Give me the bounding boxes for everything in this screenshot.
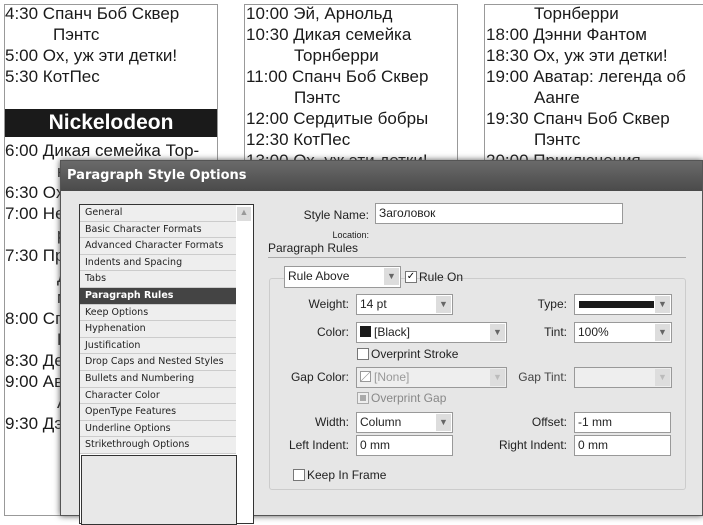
gap-color-label: Gap Color: [290,370,349,384]
schedule-line: 18:30 Ох, уж эти детки! [486,46,668,65]
divider [268,257,686,258]
weight-label: Weight: [308,297,349,311]
rule-select[interactable]: Rule Above ▼ [284,266,401,288]
schedule-line: 19:00 Аватар: легенда об [486,67,686,86]
schedule-line: Пэнтс [294,88,341,107]
category-item[interactable]: General [80,205,236,222]
left-indent-input[interactable]: 0 mm [356,435,453,456]
overprint-stroke-label: Overprint Stroke [371,347,459,361]
style-name-label: Style Name: [303,208,369,222]
rule-on-checkbox[interactable]: ✓ [405,271,417,283]
preview-area [81,455,237,525]
section-title: Paragraph Rules [268,241,359,255]
overprint-stroke-checkbox[interactable] [357,348,369,360]
chevron-down-icon: ▼ [436,296,451,313]
schedule-line: 10:00 Эй, Арнольд [246,4,393,23]
category-item[interactable]: Strikethrough Options [80,437,236,454]
schedule-column-2: 10:00 Эй, Арнольд 10:30 Дикая семейка То… [246,3,428,171]
schedule-line: Аанге [534,88,580,107]
category-item[interactable]: Drop Caps and Nested Styles [80,354,236,371]
width-select[interactable]: Column ▼ [356,412,453,433]
category-item[interactable]: Advanced Character Formats [80,238,236,255]
weight-select[interactable]: 14 pt ▼ [356,294,453,315]
chevron-down-icon: ▼ [490,369,505,386]
indeterminate-mark [360,395,366,401]
schedule-line: 18:00 Дэнни Фантом [486,25,647,44]
paragraph-style-options-dialog: Paragraph Style Options General Basic Cha… [60,160,703,525]
type-select[interactable]: ▼ [574,294,672,315]
scroll-up-icon[interactable]: ▲ [237,207,251,221]
offset-input[interactable]: -1 mm [574,412,671,433]
schedule-line: 19:30 Спанч Боб Сквер [486,109,670,128]
schedule-line: 12:00 Сердитые бобры [246,109,429,128]
category-item[interactable]: Hyphenation [80,321,236,338]
offset-label: Offset: [531,415,567,429]
category-item[interactable]: Tabs [80,271,236,288]
none-swatch-icon [360,371,371,382]
width-value: Column [360,415,402,429]
category-item[interactable]: Keep Options [80,304,236,322]
chevron-down-icon: ▼ [655,324,670,341]
keep-in-frame-checkbox[interactable] [293,469,305,481]
schedule-line: 11:00 Спанч Боб Сквер [246,67,429,86]
solid-line-swatch [579,301,654,308]
category-item[interactable]: Indents and Spacing [80,254,236,272]
category-item[interactable]: OpenType Features [80,404,236,421]
tint-select[interactable]: 100% ▼ [574,322,672,343]
category-item[interactable]: Justification [80,337,236,355]
schedule-line: Пэнтс [534,130,581,149]
chevron-down-icon: ▼ [436,414,451,431]
schedule-line: Торнберри [294,46,379,65]
category-item[interactable]: Character Color [80,387,236,405]
schedule-line: 12:30 КотПес [246,130,351,149]
left-indent-label: Left Indent: [288,438,349,452]
schedule-line: 10:30 Дикая семейка [246,25,412,44]
chevron-down-icon: ▼ [384,268,399,285]
chevron-down-icon: ▼ [655,369,670,386]
dialog-title-bar[interactable]: Paragraph Style Options [61,161,702,191]
chevron-down-icon: ▼ [490,324,505,341]
tint-label: Tint: [544,325,567,339]
schedule-line: Пэнтс [53,25,100,44]
keep-in-frame-label: Keep In Frame [307,468,387,482]
schedule-line: 5:00 Ох, уж эти детки! [5,46,178,65]
right-indent-input[interactable]: 0 mm [574,435,671,456]
schedule-line: 4:30 Спанч Боб Сквер [5,4,180,23]
category-item[interactable]: Paragraph Rules [80,287,236,305]
color-value: [Black] [374,325,411,339]
color-select[interactable]: [Black] ▼ [356,322,507,343]
overprint-gap-checkbox[interactable] [357,392,369,404]
category-list: General Basic Character Formats Advanced C… [79,204,254,525]
schedule-column-3: Торнберри 18:00 Дэнни Фантом 18:30 Ох, у… [486,3,686,171]
dialog-title: Paragraph Style Options [67,168,247,183]
category-item[interactable]: Underline Options [80,420,236,438]
tint-value: 100% [578,325,609,339]
gap-color-select[interactable]: [None] ▼ [356,367,507,388]
width-label: Width: [314,415,349,429]
black-swatch [360,326,371,337]
gap-color-value: [None] [374,370,410,384]
category-item[interactable]: Basic Character Formats [80,221,236,239]
gap-tint-label: Gap Tint: [518,370,567,384]
channel-heading: Nickelodeon [5,109,217,137]
location-label: Location: [332,230,369,240]
schedule-line: 5:30 КотПес [5,67,100,86]
schedule-line: Торнберри [534,4,619,23]
color-label: Color: [316,325,349,339]
category-item[interactable]: Bullets and Numbering [80,370,236,388]
schedule-line: 6:00 Дикая семейка Тор- [5,141,200,160]
weight-value: 14 pt [360,297,387,311]
overprint-gap-label: Overprint Gap [371,391,447,405]
gap-tint-select[interactable]: ▼ [574,367,672,388]
style-name-input[interactable]: Заголовок [375,203,623,224]
rule-on-label: Rule On [419,270,464,284]
right-indent-label: Right Indent: [498,438,567,452]
type-label: Type: [537,297,567,311]
rule-select-value: Rule Above [288,269,350,283]
chevron-down-icon: ▼ [655,296,670,313]
